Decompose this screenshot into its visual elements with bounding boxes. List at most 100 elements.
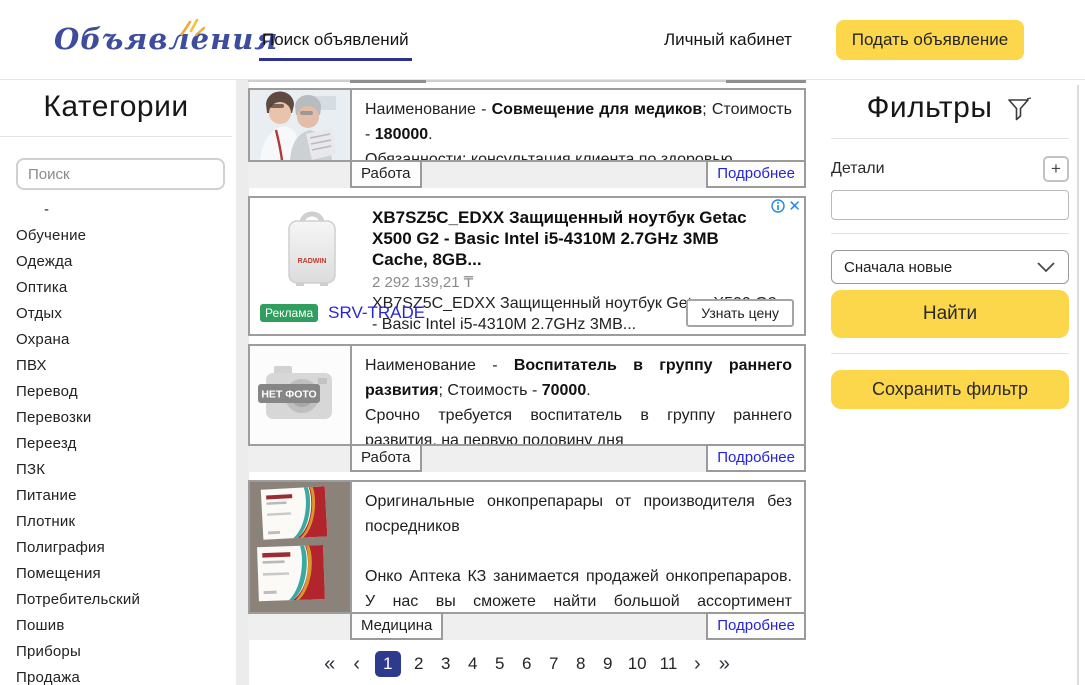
listing-footer: Медицина Подробнее — [248, 614, 806, 640]
site-logo-text: Объявления — [54, 22, 278, 56]
sort-order-select[interactable]: Сначала новые — [831, 250, 1069, 284]
divider — [831, 138, 1069, 139]
chevron-down-icon — [1036, 261, 1056, 273]
filter-details-label: Детали — [831, 160, 885, 178]
add-filter-button[interactable]: + — [1043, 156, 1069, 182]
logo-sparkle-icon — [178, 14, 206, 38]
pagination-first-button[interactable]: « — [321, 653, 339, 676]
pagination-page[interactable]: 3 — [437, 651, 455, 677]
listing-suffix: . — [586, 382, 590, 399]
pagination-prev-button[interactable]: ‹ — [348, 653, 366, 676]
listing-category-tag: Работа — [350, 444, 422, 472]
nav-personal-account[interactable]: Личный кабинет — [664, 30, 792, 50]
pagination-page[interactable]: 9 — [599, 651, 617, 677]
listing-text: Оригинальные онкопрепарары от производит… — [350, 480, 806, 614]
category-item[interactable]: Продажа — [0, 665, 232, 685]
listing-description-1: Оригинальные онкопрепарары от производит… — [365, 489, 792, 539]
category-item[interactable]: Питание — [0, 483, 232, 509]
pagination-page[interactable]: 5 — [491, 651, 509, 677]
category-item[interactable]: Полиграфия — [0, 535, 232, 561]
category-item[interactable]: Потребительский — [0, 587, 232, 613]
ad-close-icon[interactable]: ✕ — [788, 200, 801, 213]
pagination-page[interactable]: 10 — [626, 651, 649, 677]
filters-title: Фильтры — [867, 91, 993, 125]
pagination-page[interactable]: 4 — [464, 651, 482, 677]
categories-title: Категории — [0, 90, 232, 124]
category-item[interactable]: Обучение — [0, 223, 232, 249]
filters-sidebar: Фильтры Детали + Сначала новые Найти Сох… — [831, 80, 1069, 685]
ad-bottom-row: Реклама SRV-TRADE Узнать цену — [260, 299, 794, 327]
listing-more-link[interactable]: Подробнее — [706, 444, 806, 472]
nav-personal-account-label: Личный кабинет — [664, 30, 792, 49]
divider — [831, 233, 1069, 234]
save-filter-button[interactable]: Сохранить фильтр — [831, 370, 1069, 409]
category-item[interactable]: Отдых — [0, 301, 232, 327]
category-item[interactable]: Оптика — [0, 275, 232, 301]
pagination-page[interactable]: 8 — [572, 651, 590, 677]
filter-details-input[interactable] — [831, 190, 1069, 220]
nav-search-ads[interactable]: Поиск объявлений — [262, 30, 409, 61]
pagination-page[interactable]: 11 — [658, 651, 680, 677]
pagination: « ‹ 1 2 3 4 5 6 7 8 9 10 11 › » — [248, 651, 806, 677]
category-item[interactable]: Пошив — [0, 613, 232, 639]
category-search-input[interactable] — [16, 158, 225, 190]
ad-cta-button[interactable]: Узнать цену — [686, 299, 794, 327]
classifieds-page: Объявления Поиск объявлений Личный кабин… — [0, 0, 1085, 685]
listing-card: НЕТ ФОТО Наименование - Воспитатель в гр… — [248, 344, 806, 472]
post-ad-button[interactable]: Подать объявление — [836, 20, 1024, 60]
listing-category-tag: Медицина — [350, 612, 443, 640]
listing-text: Наименование - Воспитатель в группу ранн… — [350, 344, 806, 446]
category-item[interactable]: ПЗК — [0, 457, 232, 483]
listing-photo-placeholder[interactable]: НЕТ ФОТО — [248, 344, 352, 446]
ad-title-link[interactable]: XB7SZ5C_EDXX Защищенный ноутбук Getac X5… — [372, 207, 778, 270]
pagination-page[interactable]: 6 — [518, 651, 536, 677]
listing-photo-medics[interactable] — [248, 88, 352, 162]
find-button[interactable]: Найти — [831, 290, 1069, 338]
site-logo[interactable]: Объявления — [54, 22, 278, 56]
categories-sidebar: Категории - Обучение Одежда Оптика Отдых… — [0, 80, 232, 685]
pagination-page[interactable]: 2 — [410, 651, 428, 677]
category-item[interactable]: Перевод — [0, 379, 232, 405]
header: Объявления Поиск объявлений Личный кабин… — [0, 0, 1085, 80]
listings-column: Наименование - Совмещение для медиков ; С… — [248, 80, 806, 685]
listing-suffix: . — [428, 126, 432, 143]
listing-description: Срочно требуется воспитатель в группу ра… — [365, 403, 792, 446]
category-item[interactable]: - — [0, 197, 232, 223]
category-item[interactable]: Охрана — [0, 327, 232, 353]
listing-name-prefix: Наименование - — [365, 357, 514, 374]
category-item[interactable]: Помещения — [0, 561, 232, 587]
listing-more-link[interactable]: Подробнее — [706, 612, 806, 640]
pagination-page[interactable]: 7 — [545, 651, 563, 677]
listing-name-prefix: Наименование - — [365, 101, 492, 118]
divider — [831, 353, 1069, 354]
listing-price-prefix: ; Стоимость - — [439, 382, 542, 399]
category-item[interactable]: Переезд — [0, 431, 232, 457]
listing-more-link[interactable]: Подробнее — [706, 160, 806, 188]
category-item[interactable]: Плотник — [0, 509, 232, 535]
page-scrollbar-track[interactable] — [1077, 85, 1079, 685]
listing-category-tag: Работа — [350, 160, 422, 188]
category-item[interactable]: Перевозки — [0, 405, 232, 431]
category-item[interactable]: Приборы — [0, 639, 232, 665]
pagination-page-current[interactable]: 1 — [375, 651, 401, 677]
sort-order-value: Сначала новые — [844, 259, 952, 276]
ad-badge: Реклама — [260, 304, 318, 322]
no-photo-badge-text: НЕТ ФОТО — [261, 389, 316, 401]
listing-card: Оригинальные онкопрепарары от производит… — [248, 480, 806, 640]
category-item[interactable]: ПВХ — [0, 353, 232, 379]
ad-advertiser-link[interactable]: SRV-TRADE — [328, 303, 425, 323]
divider — [0, 136, 232, 137]
listing-photo-medicine[interactable] — [248, 480, 352, 614]
listing-text: Наименование - Совмещение для медиков; С… — [350, 88, 806, 162]
pagination-next-button[interactable]: › — [688, 653, 706, 676]
previous-card-cut-edge — [248, 80, 806, 83]
filters-header: Фильтры — [831, 91, 1069, 125]
filter-details-row: Детали + — [831, 156, 1069, 182]
listing-title: Совмещение для медиков — [492, 101, 703, 118]
adchoices-info-icon[interactable] — [771, 199, 785, 213]
listing-description-2: Онко Аптека КЗ занимается продажей онкоп… — [365, 564, 792, 614]
pagination-last-button[interactable]: » — [715, 653, 733, 676]
listing-price: 70000 — [542, 382, 587, 399]
category-item[interactable]: Одежда — [0, 249, 232, 275]
nav-active-underline — [259, 58, 412, 61]
